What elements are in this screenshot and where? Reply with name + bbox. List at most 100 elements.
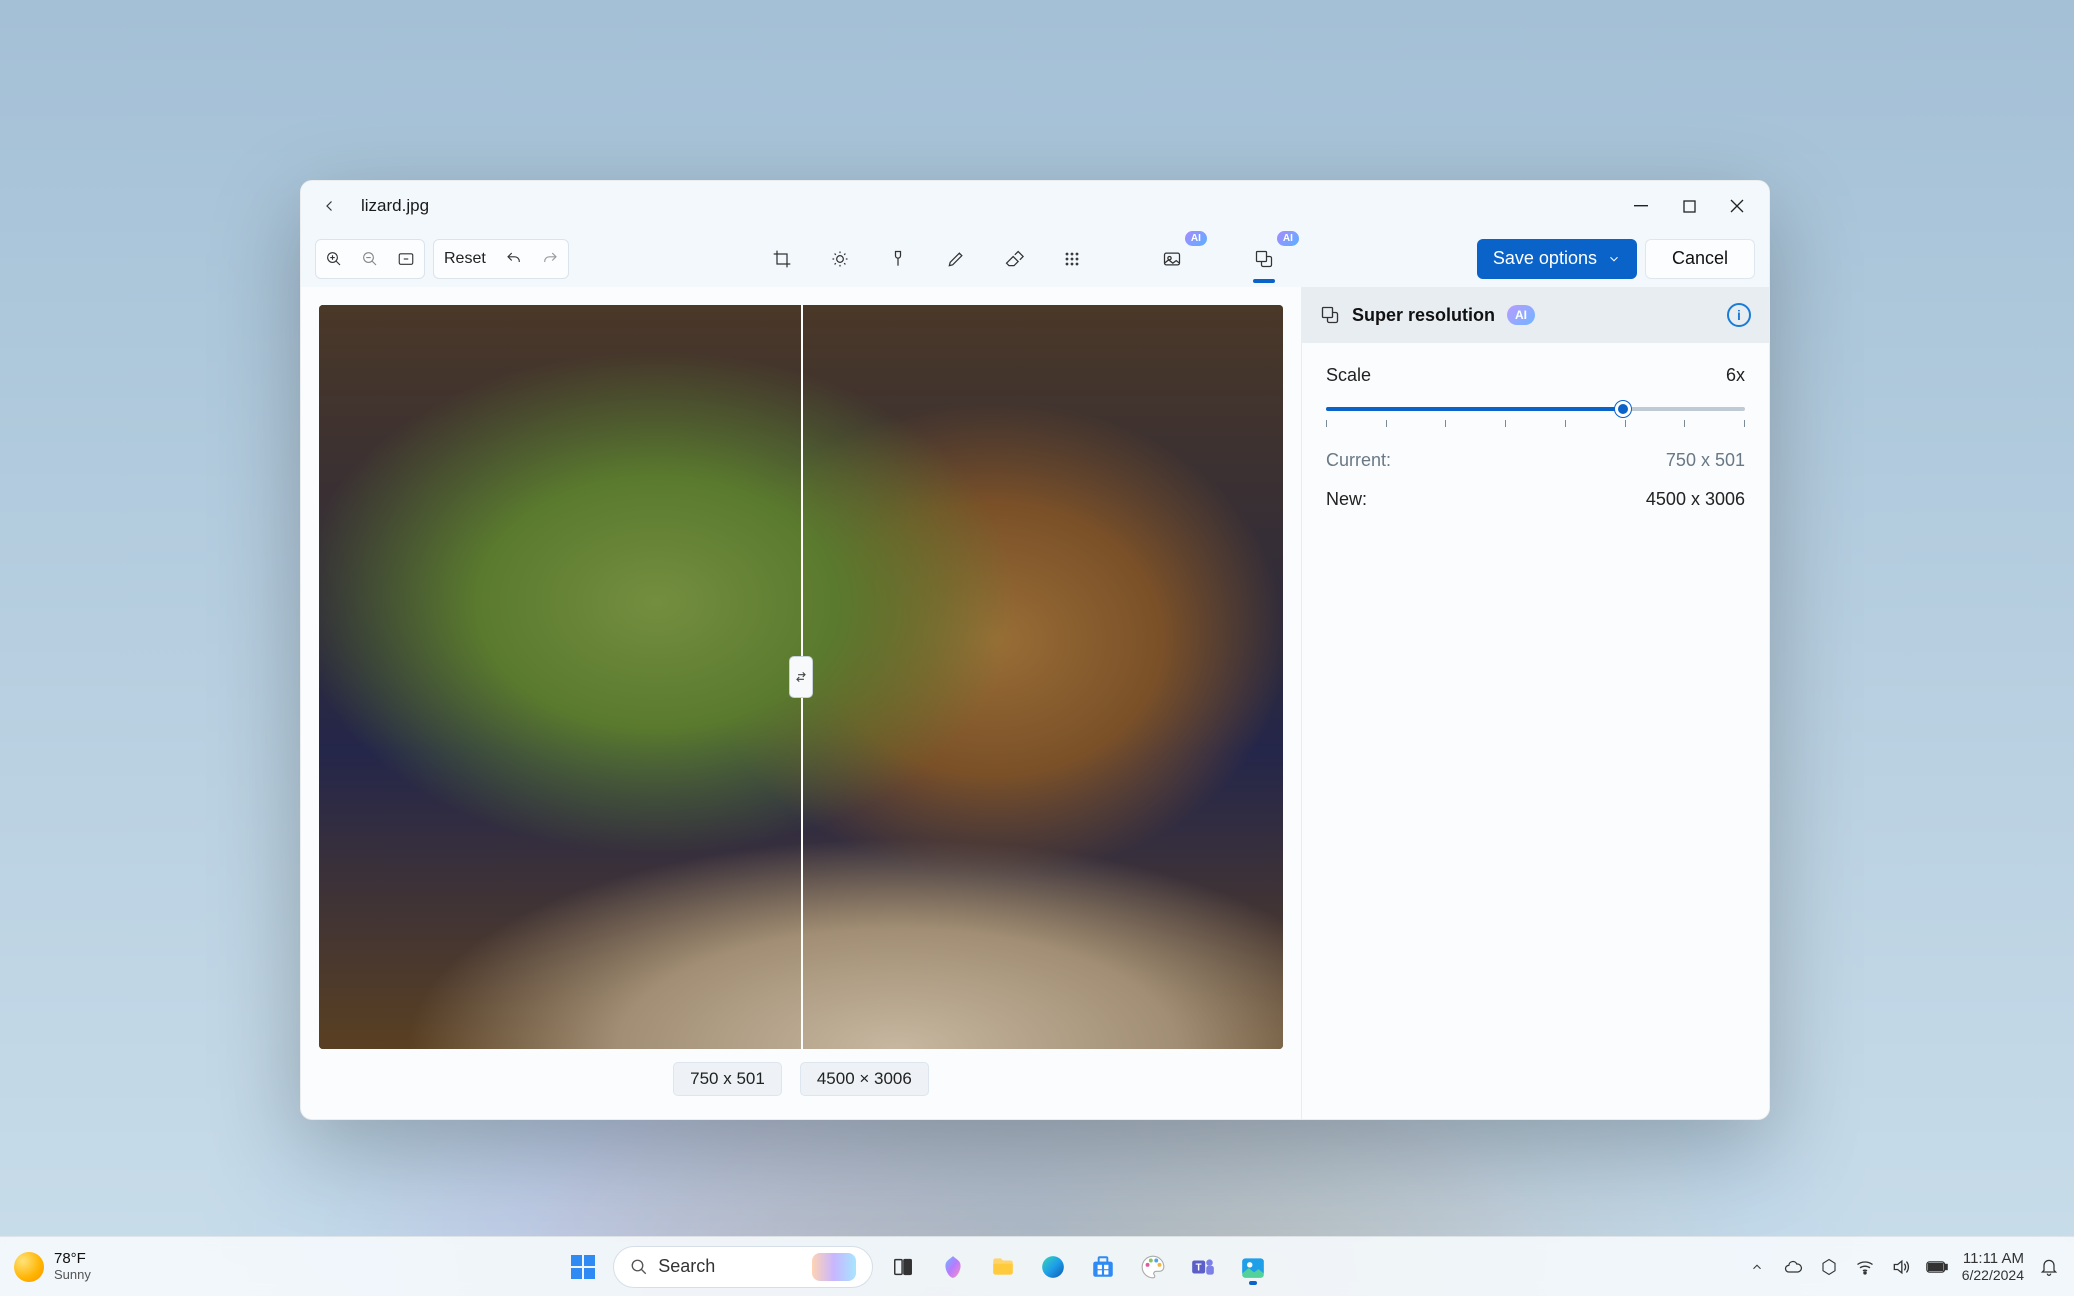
clock-time: 11:11 AM: [1963, 1250, 2024, 1267]
search-box[interactable]: Search: [613, 1246, 873, 1288]
maximize-button[interactable]: [1665, 185, 1713, 227]
scale-value: 6x: [1726, 365, 1745, 386]
teams-button[interactable]: T: [1183, 1247, 1223, 1287]
hex-icon: [1820, 1258, 1838, 1276]
clock-date: 6/22/2024: [1962, 1267, 2024, 1283]
slider-thumb[interactable]: [1615, 401, 1631, 417]
image-preview[interactable]: [319, 305, 1283, 1049]
tray-overflow-button[interactable]: [1746, 1256, 1768, 1278]
ai-badge-icon: AI: [1185, 231, 1207, 246]
zoom-group: [315, 239, 425, 279]
search-icon: [630, 1258, 648, 1276]
fit-button[interactable]: [388, 241, 424, 277]
wifi-tray-icon[interactable]: [1854, 1256, 1876, 1278]
undo-icon: [505, 250, 523, 268]
task-view-button[interactable]: [883, 1247, 923, 1287]
explorer-button[interactable]: [983, 1247, 1023, 1287]
store-icon: [1090, 1254, 1116, 1280]
save-options-button[interactable]: Save options: [1477, 239, 1637, 279]
photos-app-window: lizard.jpg Reset: [300, 180, 1770, 1120]
slider-ticks: [1326, 420, 1745, 428]
copilot-icon: [940, 1254, 966, 1280]
side-panel: Super resolution AI i Scale 6x: [1301, 287, 1769, 1119]
back-button[interactable]: [309, 185, 351, 227]
original-dimensions: 750 x 501: [673, 1062, 782, 1096]
paint-button[interactable]: [1133, 1247, 1173, 1287]
new-value: 4500 x 3006: [1646, 489, 1745, 510]
super-resolution-tool[interactable]: AI: [1239, 237, 1289, 281]
minimize-icon: [1634, 199, 1648, 213]
panel-body: Scale 6x Current: 750 x 501 New:: [1302, 343, 1769, 532]
reset-button[interactable]: Reset: [434, 241, 496, 277]
ai-badge-icon: AI: [1277, 231, 1299, 246]
adjust-tool[interactable]: [815, 237, 865, 281]
photos-button[interactable]: [1233, 1247, 1273, 1287]
taskbar: 78°F Sunny Search T: [0, 1236, 2074, 1296]
weather-cond: Sunny: [54, 1268, 91, 1283]
eraser-icon: [1004, 249, 1024, 269]
clock[interactable]: 11:11 AM 6/22/2024: [1962, 1250, 2024, 1283]
taskbar-center: Search T: [91, 1246, 1746, 1288]
copilot-tray-icon[interactable]: [1818, 1256, 1840, 1278]
ai-badge: AI: [1507, 305, 1535, 325]
scale-row: Scale 6x: [1326, 365, 1745, 386]
paintbrush-icon: [888, 249, 908, 269]
undo-button[interactable]: [496, 241, 532, 277]
redo-icon: [541, 250, 559, 268]
svg-text:T: T: [1196, 1262, 1202, 1273]
close-button[interactable]: [1713, 185, 1761, 227]
fit-to-window-icon: [397, 250, 415, 268]
current-row: Current: 750 x 501: [1326, 450, 1745, 471]
weather-temp: 78°F: [54, 1250, 91, 1267]
super-resolution-icon: [1254, 249, 1274, 269]
weather-widget[interactable]: 78°F Sunny: [54, 1250, 91, 1282]
taskbar-right: 11:11 AM 6/22/2024: [1746, 1250, 2060, 1283]
edge-icon: [1040, 1254, 1066, 1280]
notifications-button[interactable]: [2038, 1256, 2060, 1278]
minimize-button[interactable]: [1617, 185, 1665, 227]
erase-tool[interactable]: [989, 237, 1039, 281]
super-resolution-icon: [1320, 305, 1340, 325]
crop-tool[interactable]: [757, 237, 807, 281]
filter-tool[interactable]: [873, 237, 923, 281]
weather-icon[interactable]: [14, 1252, 44, 1282]
swap-icon: [794, 668, 808, 686]
zoom-in-button[interactable]: [316, 241, 352, 277]
chevron-down-icon: [1607, 252, 1621, 266]
compare-handle[interactable]: [789, 656, 813, 698]
blur-background-icon: [1062, 249, 1082, 269]
paint-icon: [1140, 1254, 1166, 1280]
panel-title: Super resolution: [1352, 305, 1495, 326]
zoom-in-icon: [325, 250, 343, 268]
history-group: Reset: [433, 239, 569, 279]
current-value: 750 x 501: [1666, 450, 1745, 471]
crop-icon: [772, 249, 792, 269]
generative-tool[interactable]: AI: [1147, 237, 1197, 281]
markup-tool[interactable]: [931, 237, 981, 281]
image-ai-icon: [1162, 249, 1182, 269]
editor-toolbar: Reset AI: [301, 231, 1769, 287]
blur-tool[interactable]: [1047, 237, 1097, 281]
battery-tray-icon[interactable]: [1926, 1256, 1948, 1278]
teams-icon: T: [1190, 1254, 1216, 1280]
start-button[interactable]: [563, 1247, 603, 1287]
store-button[interactable]: [1083, 1247, 1123, 1287]
slider-fill: [1326, 407, 1623, 411]
taskbar-left: 78°F Sunny: [14, 1250, 91, 1282]
current-label: Current:: [1326, 450, 1391, 471]
info-button[interactable]: i: [1727, 303, 1751, 327]
onedrive-tray-icon[interactable]: [1782, 1256, 1804, 1278]
zoom-out-button[interactable]: [352, 241, 388, 277]
volume-tray-icon[interactable]: [1890, 1256, 1912, 1278]
brightness-icon: [830, 249, 850, 269]
dimension-labels: 750 x 501 4500 × 3006: [319, 1055, 1283, 1103]
edge-button[interactable]: [1033, 1247, 1073, 1287]
search-highlight-icon: [812, 1253, 856, 1281]
copilot-button[interactable]: [933, 1247, 973, 1287]
redo-button[interactable]: [532, 241, 568, 277]
panel-header: Super resolution AI i: [1302, 287, 1769, 343]
arrow-left-icon: [321, 197, 339, 215]
scale-slider[interactable]: [1326, 398, 1745, 432]
windows-logo-icon: [569, 1253, 597, 1281]
cancel-button[interactable]: Cancel: [1645, 239, 1755, 279]
